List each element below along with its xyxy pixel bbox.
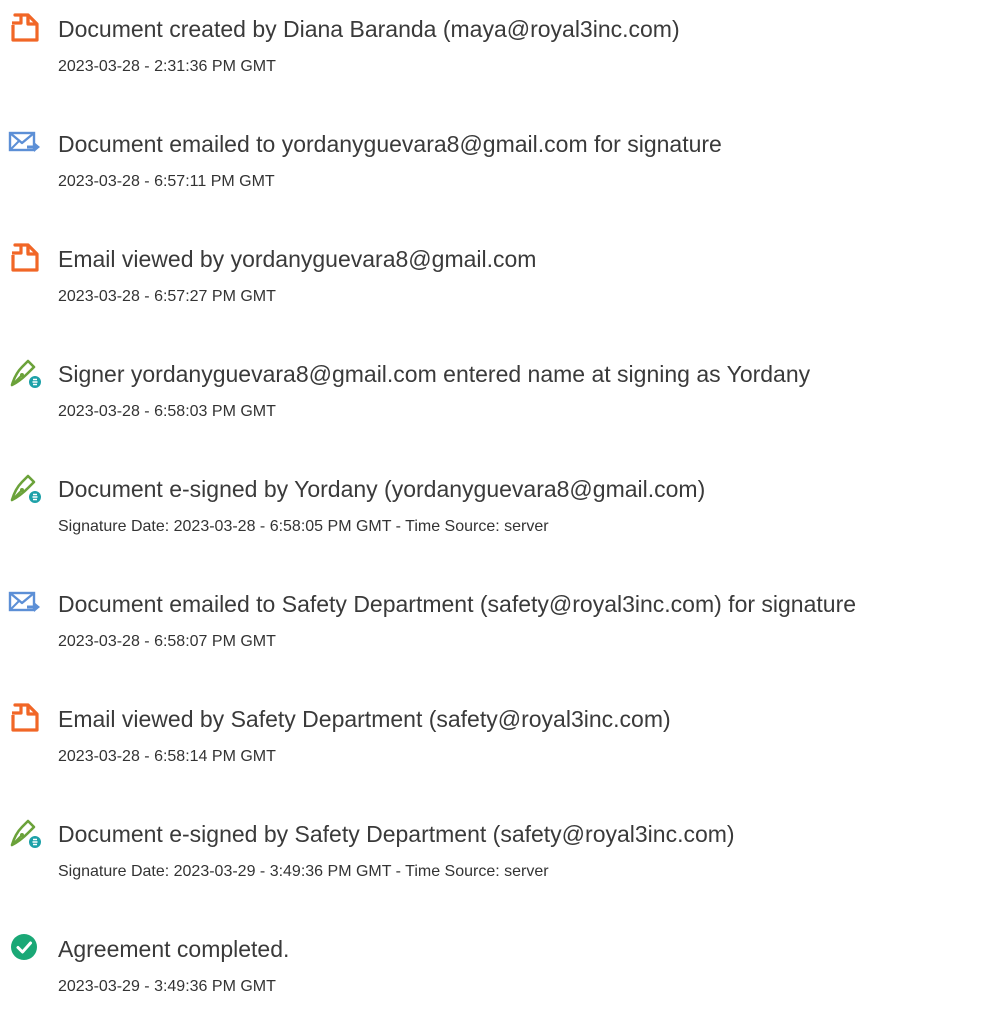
event-document-emailed: Document emailed to Safety Department (s…: [0, 586, 983, 676]
event-timestamp: 2023-03-28 - 6:58:14 PM GMT: [58, 748, 276, 765]
email-icon: [8, 126, 42, 160]
event-title: Document created by Diana Baranda (maya@…: [58, 16, 680, 42]
event-email-viewed: Email viewed by yordanyguevara8@gmail.co…: [0, 241, 983, 331]
event-timestamp: 2023-03-29 - 3:49:36 PM GMT: [58, 978, 276, 995]
event-email-viewed: Email viewed by Safety Department (safet…: [0, 701, 983, 791]
event-signer-name-entered: Signer yordanyguevara8@gmail.com entered…: [0, 356, 983, 446]
event-title: Document emailed to yordanyguevara8@gmai…: [58, 131, 722, 157]
event-signature-date: Signature Date: 2023-03-28 - 6:58:05 PM …: [58, 518, 549, 535]
event-title: Email viewed by yordanyguevara8@gmail.co…: [58, 246, 537, 272]
event-title: Signer yordanyguevara8@gmail.com entered…: [58, 361, 811, 387]
event-signature-date: Signature Date: 2023-03-29 - 3:49:36 PM …: [58, 863, 549, 880]
event-document-created: Document created by Diana Baranda (maya@…: [0, 11, 983, 101]
event-timestamp: 2023-03-28 - 6:57:27 PM GMT: [58, 288, 276, 305]
event-document-esigned: Document e-signed by Safety Department (…: [0, 816, 983, 906]
email-icon: [8, 586, 42, 620]
event-title: Document e-signed by Yordany (yordanygue…: [58, 476, 706, 502]
document-icon: [8, 11, 42, 45]
event-title: Email viewed by Safety Department (safet…: [58, 706, 671, 732]
sign-pen-icon: [8, 471, 42, 505]
event-document-emailed: Document emailed to yordanyguevara8@gmai…: [0, 126, 983, 216]
document-icon: [8, 241, 42, 275]
event-timestamp: 2023-03-28 - 6:58:03 PM GMT: [58, 403, 276, 420]
event-title: Agreement completed.: [58, 936, 290, 962]
document-icon: [8, 701, 42, 735]
event-timestamp: 2023-03-28 - 6:58:07 PM GMT: [58, 633, 276, 650]
event-agreement-completed: Agreement completed. 2023-03-29 - 3:49:3…: [0, 931, 983, 1021]
event-document-esigned: Document e-signed by Yordany (yordanygue…: [0, 471, 983, 561]
audit-trail-list: Document created by Diana Baranda (maya@…: [0, 0, 983, 995]
sign-pen-icon: [8, 356, 42, 390]
event-title: Document emailed to Safety Department (s…: [58, 591, 857, 617]
sign-pen-icon: [8, 816, 42, 850]
event-timestamp: 2023-03-28 - 2:31:36 PM GMT: [58, 58, 276, 75]
checkmark-circle-icon: [8, 931, 42, 965]
event-timestamp: 2023-03-28 - 6:57:11 PM GMT: [58, 173, 275, 190]
event-title: Document e-signed by Safety Department (…: [58, 821, 735, 847]
